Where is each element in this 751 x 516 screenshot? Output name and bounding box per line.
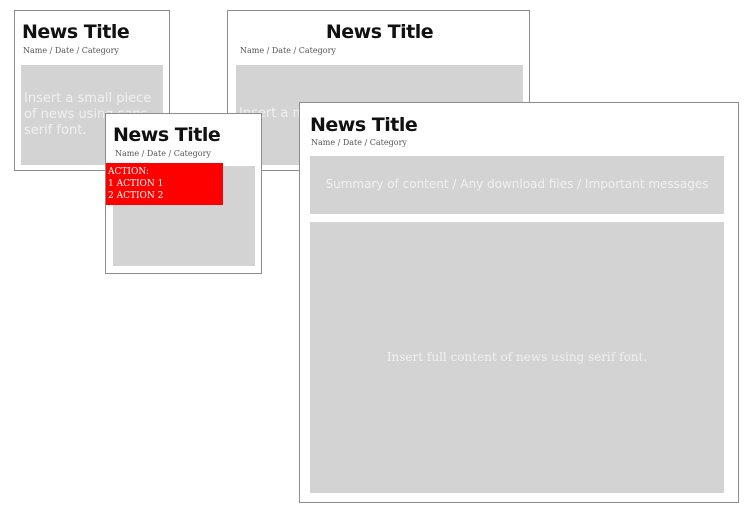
news-title: News Title: [310, 114, 418, 136]
action-header: ACTION:: [108, 167, 149, 177]
news-meta: Name / Date / Category: [240, 46, 336, 55]
news-meta: Name / Date / Category: [311, 138, 407, 147]
news-meta: Name / Date / Category: [115, 149, 211, 158]
summary-text: Summary of content / Any download files …: [325, 177, 709, 191]
action-item[interactable]: 2 ACTION 2: [108, 190, 223, 202]
content-block: Insert full content of news using serif …: [310, 222, 724, 493]
news-title: News Title: [113, 124, 221, 146]
news-title: News Title: [325, 21, 434, 43]
full-news-card: News Title Name / Date / Category Summar…: [299, 102, 739, 503]
content-text: Insert full content of news using serif …: [386, 350, 648, 364]
action-news-card: News Title Name / Date / Category ACTION…: [105, 113, 262, 274]
action-item[interactable]: 1 ACTION 1: [108, 178, 223, 190]
news-meta: Name / Date / Category: [23, 46, 119, 55]
news-title: News Title: [22, 21, 130, 43]
summary-block: Summary of content / Any download files …: [310, 156, 724, 214]
action-box: ACTION: 1 ACTION 1 2 ACTION 2: [106, 163, 223, 205]
